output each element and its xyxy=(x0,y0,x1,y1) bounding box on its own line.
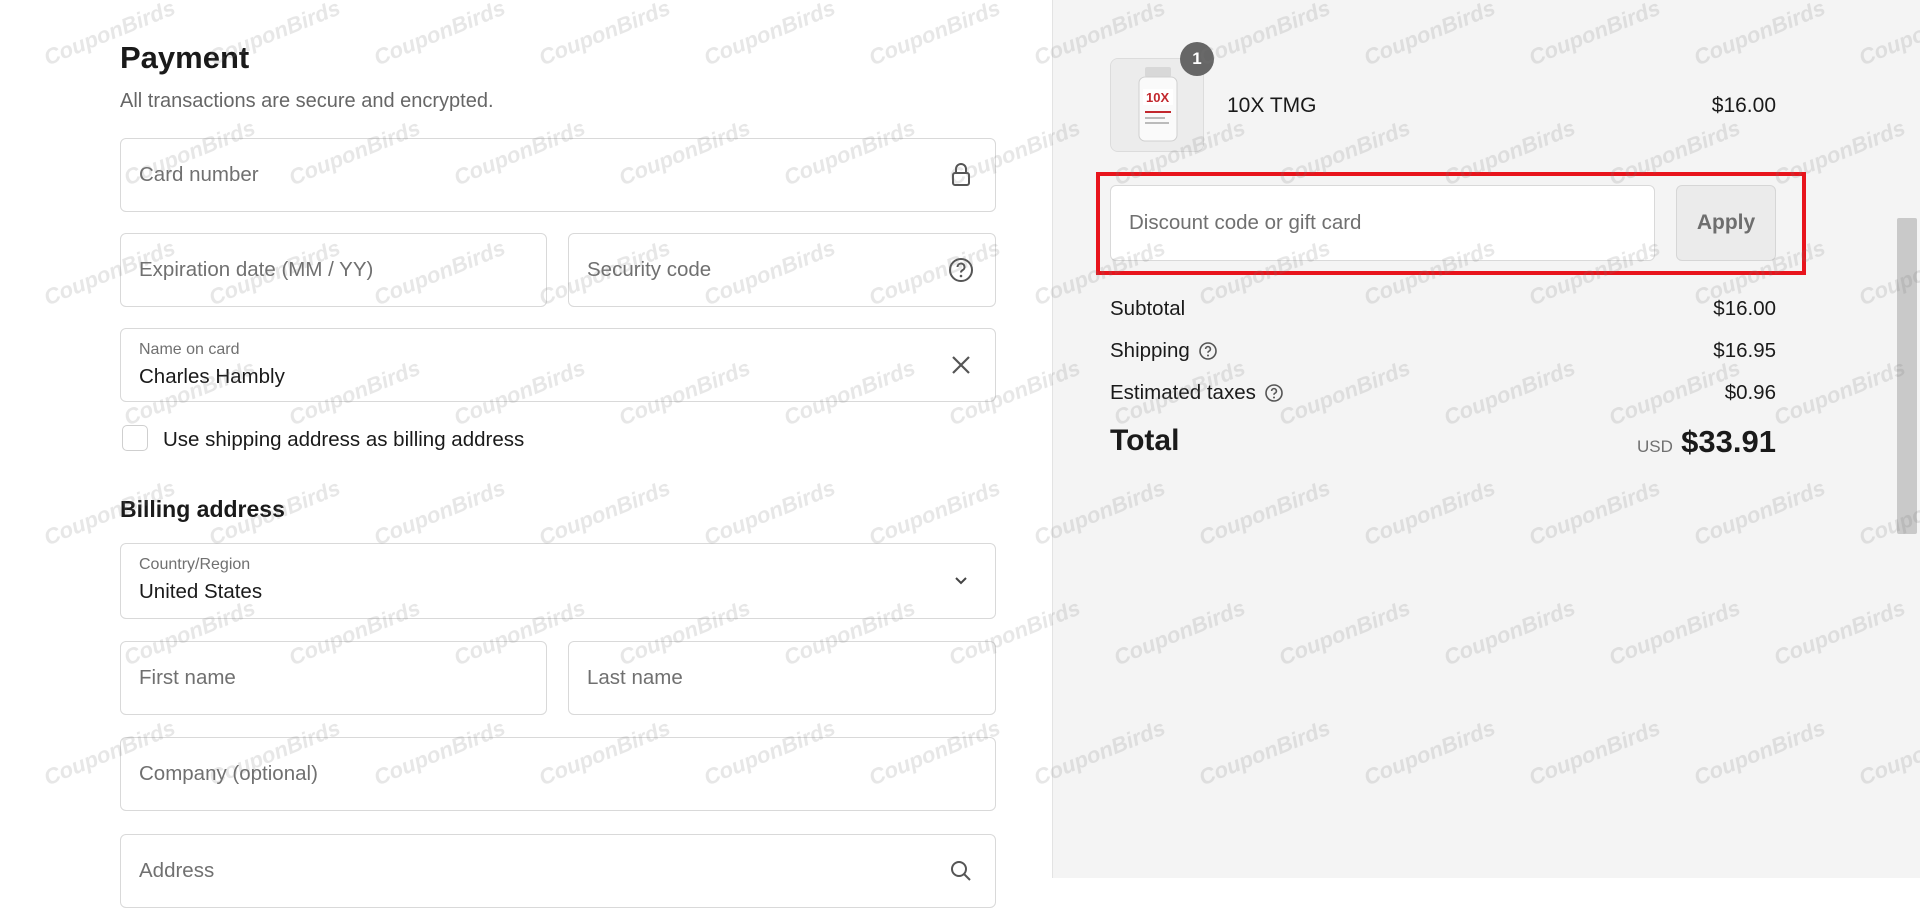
product-price: $16.00 xyxy=(1711,94,1776,117)
product-thumb-text: 10X xyxy=(1146,90,1169,105)
expiration-placeholder: Expiration date (MM / YY) xyxy=(139,258,374,281)
taxes-label-group: Estimated taxes xyxy=(1110,381,1284,405)
product-name: 10X TMG xyxy=(1227,94,1317,117)
total-amount: $33.91 xyxy=(1681,424,1776,459)
search-icon xyxy=(951,861,971,881)
name-on-card-label: Name on card xyxy=(139,341,240,358)
discount-highlight-box xyxy=(1096,172,1806,275)
shipping-value: $16.95 xyxy=(1713,339,1776,362)
subtotal-label: Subtotal xyxy=(1110,297,1186,320)
clear-icon[interactable] xyxy=(947,351,975,379)
country-value: United States xyxy=(139,580,263,603)
taxes-value: $0.96 xyxy=(1724,381,1776,404)
country-select[interactable]: Country/Region United States xyxy=(120,543,996,619)
security-code-placeholder: Security code xyxy=(587,258,712,281)
subtotal-value: $16.00 xyxy=(1713,297,1776,320)
help-circle-icon[interactable] xyxy=(947,256,975,284)
scrollbar[interactable] xyxy=(1894,0,1920,878)
address-field[interactable]: Address xyxy=(120,834,996,908)
shipping-label-group: Shipping xyxy=(1110,339,1218,363)
lock-icon xyxy=(952,163,970,186)
security-code-field[interactable]: Security code xyxy=(568,233,996,307)
total-currency: USD xyxy=(1637,437,1673,456)
address-placeholder: Address xyxy=(139,859,215,882)
country-label: Country/Region xyxy=(139,556,251,573)
last-name-field[interactable]: Last name xyxy=(568,641,996,715)
name-on-card-field[interactable]: Name on card Charles Hambly xyxy=(120,328,996,402)
chevron-down-icon xyxy=(955,577,967,585)
last-name-placeholder: Last name xyxy=(587,666,683,689)
card-number-placeholder: Card number xyxy=(139,163,259,186)
card-number-field[interactable]: Card number xyxy=(120,138,996,212)
scrollbar-thumb[interactable] xyxy=(1897,218,1917,534)
company-field[interactable]: Company (optional) xyxy=(120,737,996,811)
quantity-badge: 1 xyxy=(1180,42,1214,76)
total-label: Total xyxy=(1110,424,1180,457)
payment-subtitle: All transactions are secure and encrypte… xyxy=(120,90,494,112)
taxes-help-icon[interactable] xyxy=(1264,383,1284,403)
use-shipping-checkbox[interactable] xyxy=(122,425,148,451)
checkout-form-panel: Payment All transactions are secure and … xyxy=(0,0,1052,908)
first-name-placeholder: First name xyxy=(139,666,236,689)
shipping-help-icon[interactable] xyxy=(1198,341,1218,361)
company-placeholder: Company (optional) xyxy=(139,762,318,785)
expiration-date-field[interactable]: Expiration date (MM / YY) xyxy=(120,233,547,307)
payment-title: Payment xyxy=(120,40,250,75)
first-name-field[interactable]: First name xyxy=(120,641,547,715)
name-on-card-value: Charles Hambly xyxy=(139,365,285,388)
billing-title: Billing address xyxy=(120,496,285,522)
shipping-label: Shipping xyxy=(1110,339,1190,362)
taxes-label: Estimated taxes xyxy=(1110,381,1256,404)
use-shipping-label[interactable]: Use shipping address as billing address xyxy=(163,428,524,452)
